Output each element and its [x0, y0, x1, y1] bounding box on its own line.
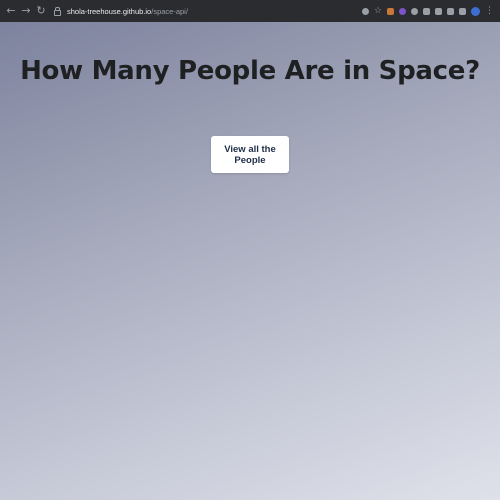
bookmark-star-icon[interactable]: ☆ [374, 6, 382, 16]
page-title: How Many People Are in Space? [20, 56, 480, 86]
address-bar[interactable]: shola-treehouse.github.io/space-api/ [54, 3, 188, 19]
url-host: shola-treehouse.github.io [67, 6, 152, 16]
reading-list-icon[interactable] [447, 7, 454, 15]
url-path: /space-api/ [151, 6, 188, 16]
extensions-area: ☆ ⋮ [361, 6, 494, 16]
page-body: How Many People Are in Space? View all t… [0, 22, 500, 500]
side-panel-icon[interactable] [459, 7, 466, 15]
back-icon[interactable]: ← [6, 0, 16, 22]
view-all-people-button[interactable]: View all the People [211, 136, 289, 173]
extension-icon[interactable] [423, 7, 430, 15]
browser-toolbar: ← → ↻ shola-treehouse.github.io/space-ap… [0, 0, 500, 22]
extension-icon[interactable] [411, 7, 418, 15]
share-icon[interactable] [361, 7, 369, 15]
puzzle-icon[interactable] [435, 7, 442, 15]
forward-icon[interactable]: → [21, 0, 31, 22]
extension-icon[interactable] [399, 7, 406, 15]
profile-avatar[interactable] [471, 6, 480, 16]
menu-icon[interactable]: ⋮ [485, 6, 494, 16]
extension-icon[interactable] [387, 7, 394, 15]
reload-icon[interactable]: ↻ [36, 0, 46, 22]
lock-icon[interactable] [54, 6, 61, 16]
